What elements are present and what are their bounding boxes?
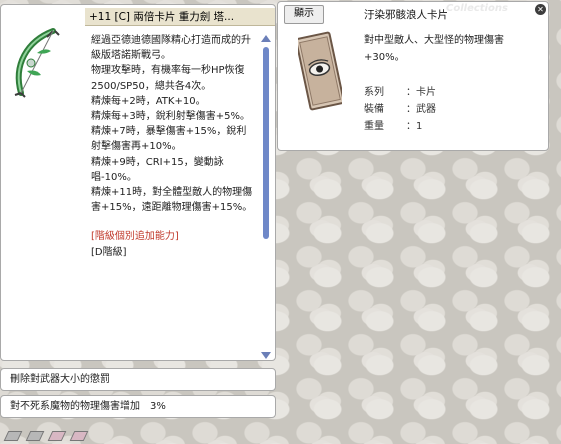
desc-line: 精煉每+3時，銳利射擊傷害+5%。 [91,111,250,123]
bow-icon [14,28,60,98]
desc-line: 精煉+9時，CRI+15，變動詠唱-10%。 [91,156,224,183]
property-value: 卡片 [416,87,436,98]
scroll-down-arrow-icon[interactable] [261,352,271,359]
scroll-up-arrow-icon[interactable] [261,35,271,42]
scroll-thumb[interactable] [263,47,269,239]
slot-icon [47,431,67,441]
item-info-window: +11 [C] 兩倍卡片 重力劍 塔... 經過亞德迪德國隊精心打造而成的升級版… [0,4,276,361]
property-value: 1 [416,121,423,132]
item-title-bar[interactable]: +11 [C] 兩倍卡片 重力劍 塔... [85,8,275,26]
property-key: 重量 [364,121,384,132]
slot-icon [25,431,45,441]
property-separator: ： [406,104,416,115]
property-separator: ： [406,121,416,132]
desc-line: 經過亞德迪德國隊精心打造而成的升級版塔諾斯戰弓。 [91,35,251,62]
enchant-text: 刪除對武器大小的懲罰 [10,374,110,385]
property-value: 武器 [416,104,436,115]
item-description: 經過亞德迪德國隊精心打造而成的升級版塔諾斯戰弓。 物理攻擊時，有機率每一秒HP恢… [91,33,255,349]
card-description: 對中型敵人、大型怪的物理傷害+30%。 [364,35,504,63]
card-info-window: 顯示 汙染邪骸浪人卡片 Collections ✕ 對中型敵人、大型怪的物理傷害… [277,1,549,151]
property-key: 裝備 [364,104,384,115]
property-key: 系列 [364,87,384,98]
grade-bonus-label: [階級個別追加能力] [91,231,179,243]
desc-line: 精煉+11時，對全體型敵人的物理傷害+15%，遠距離物理傷害+15%。 [91,187,253,214]
enchant-text: 對不死系魔物的物理傷害增加 3% [10,401,166,412]
property-row: 系列 ： 卡片 [364,84,436,101]
item-title: +11 [C] 兩倍卡片 重力劍 塔... [89,11,235,23]
property-row: 裝備 ： 武器 [364,101,436,118]
desc-line: 物理攻擊時，有機率每一秒HP恢復2500/SP50，總共各4次。 [91,65,245,92]
enchant-row: 刪除對武器大小的懲罰 [0,368,276,391]
card-properties: 系列 ： 卡片 裝備 ： 武器 重量 ： 1 [364,84,436,135]
slot-icon [69,431,89,441]
property-separator: ： [406,87,416,98]
watermark: Collections [446,3,508,14]
property-row: 重量 ： 1 [364,118,436,135]
show-button[interactable]: 顯示 [284,5,324,24]
desc-line: 精煉+7時，暴擊傷害+15%，銳利射擊傷害再+10%。 [91,126,247,153]
slot-icon [3,431,23,441]
description-scrollbar[interactable] [260,33,272,359]
card-eye-icon [298,31,342,111]
grade-label: [D階級] [91,246,127,258]
close-icon[interactable]: ✕ [535,4,546,15]
card-title: 汙染邪骸浪人卡片 [364,9,448,21]
desc-line: 精煉每+2時，ATK+10。 [91,95,206,107]
slot-indicator [2,427,122,444]
enchant-row: 對不死系魔物的物理傷害增加 3% [0,395,276,418]
